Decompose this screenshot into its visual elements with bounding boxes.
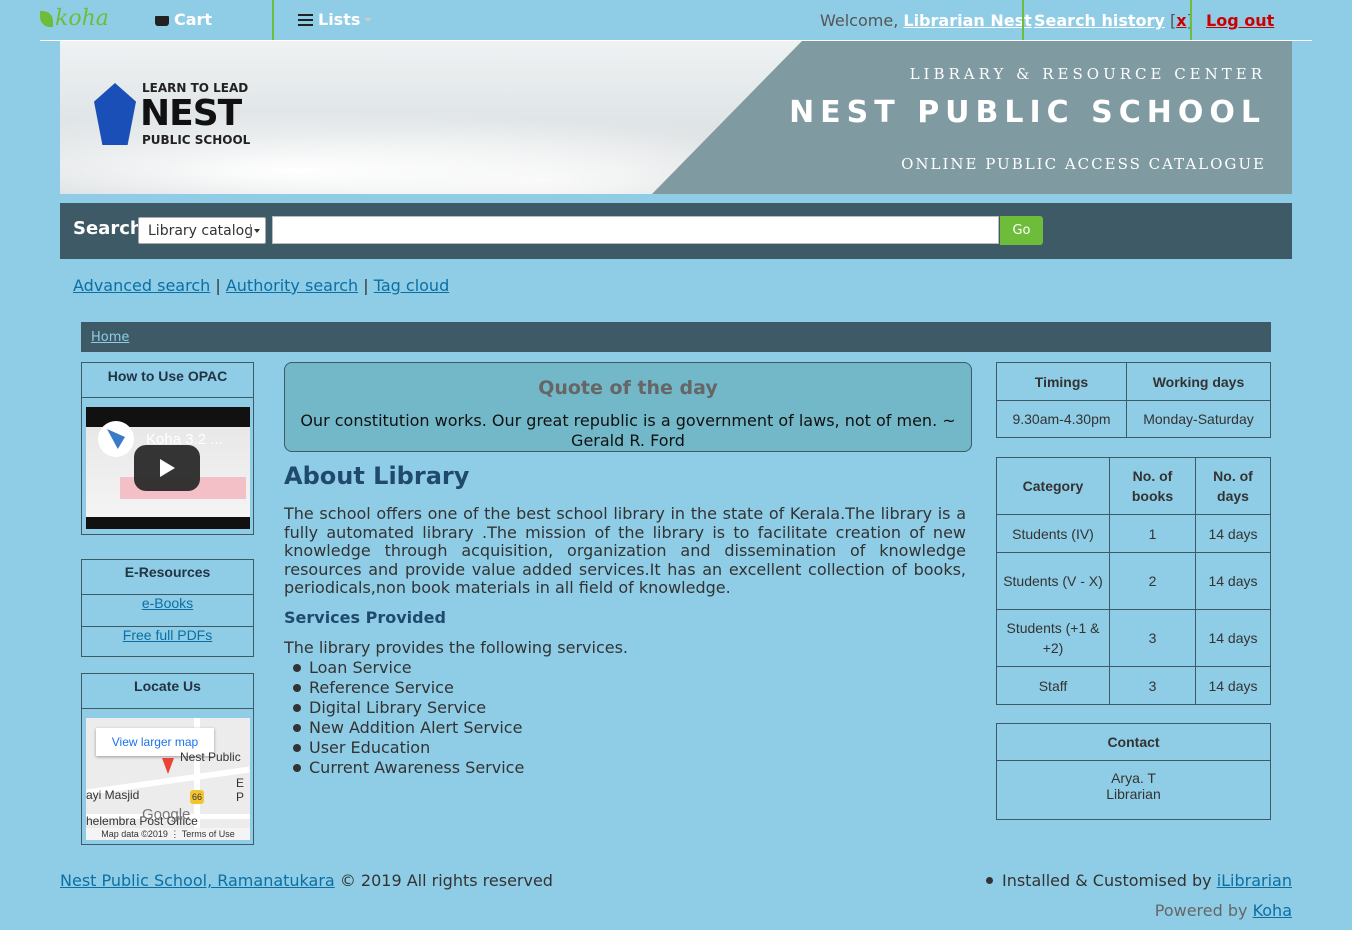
lists-menu-button[interactable]: Lists <box>298 0 373 40</box>
ilibrarian-link[interactable]: iLibrarian <box>1217 871 1292 890</box>
footer-right: Installed & Customised by iLibrarian <box>985 871 1292 890</box>
howto-opac-box: How to Use OPAC Koha 3.2 ... <box>81 362 254 535</box>
contact-table: Contact Arya. T Librarian <box>996 723 1271 820</box>
location-map[interactable]: View larger map Nest Public E P ayi Masj… <box>86 718 250 840</box>
banner-tagline: ONLINE PUBLIC ACCESS CATALOGUE <box>901 155 1266 173</box>
e-resources-box: E-Resources e-Books Free full PDFs <box>81 559 254 657</box>
table-header: No. of books <box>1109 457 1196 515</box>
table-header: Working days <box>1126 362 1271 401</box>
list-item: Digital Library Service <box>284 698 524 718</box>
tag-cloud-link[interactable]: Tag cloud <box>374 276 450 295</box>
powered-by: Powered by Koha <box>1154 901 1292 920</box>
nav-divider <box>1190 0 1192 40</box>
free-pdfs-link[interactable]: Free full PDFs <box>123 627 212 643</box>
koha-link[interactable]: Koha <box>1253 901 1292 920</box>
footer-left: Nest Public School, Ramanatukara © 2019 … <box>60 871 553 890</box>
search-input[interactable] <box>272 216 999 244</box>
locate-us-box: Locate Us View larger map Nest Public E … <box>81 673 254 845</box>
contact-role: Librarian <box>1106 786 1161 802</box>
google-logo: Google <box>142 806 191 823</box>
howto-opac-title: How to Use OPAC <box>82 363 253 398</box>
table-row: Students (+1 & +2) 3 14 days <box>996 609 1271 667</box>
about-paragraph: The school offers one of the best school… <box>284 504 966 598</box>
table-header: Timings <box>996 362 1127 401</box>
logout: Log out <box>1206 0 1274 42</box>
advanced-search-link[interactable]: Advanced search <box>73 276 210 295</box>
search-label: Search <box>73 218 143 239</box>
table-row: Staff 3 14 days <box>996 666 1271 705</box>
table-cell: 9.30am-4.30pm <box>996 400 1127 438</box>
services-list: Loan Service Reference Service Digital L… <box>284 658 524 778</box>
contact-title: Contact <box>996 723 1271 761</box>
go-button[interactable]: Go <box>1000 216 1043 245</box>
dropdown-arrow-icon <box>250 224 261 238</box>
chevron-down-icon <box>364 18 373 22</box>
list-item: New Addition Alert Service <box>284 718 524 738</box>
borrowing-table: Category No. of books No. of days Studen… <box>996 457 1271 705</box>
table-header: No. of days <box>1195 457 1271 515</box>
cart-button[interactable]: Cart <box>155 0 212 40</box>
welcome-text: Welcome, Librarian Nest <box>820 11 1032 30</box>
breadcrumb-home-link[interactable]: Home <box>91 330 129 345</box>
clear-search-history-button[interactable]: x <box>1176 11 1186 30</box>
search-scope-select[interactable]: Library catalog <box>138 217 266 244</box>
bullet-icon <box>985 877 993 884</box>
route-shield-icon: 66 <box>190 790 204 804</box>
e-books-link[interactable]: e-Books <box>142 595 193 611</box>
list-item: Loan Service <box>284 658 524 678</box>
timings-table: Timings Working days 9.30am-4.30pm Monda… <box>996 362 1271 438</box>
more-searches: Advanced search | Authority search | Tag… <box>73 276 450 295</box>
authority-search-link[interactable]: Authority search <box>226 276 358 295</box>
cart-icon <box>155 16 169 26</box>
koha-leaf-icon <box>40 11 53 27</box>
contact-name: Arya. T <box>1111 770 1156 786</box>
map-footer[interactable]: Map data ©2019 ⋮ Terms of Use <box>86 828 250 840</box>
map-pin-icon <box>162 758 174 774</box>
list-icon <box>298 14 313 26</box>
school-link[interactable]: Nest Public School, Ramanatukara <box>60 871 335 890</box>
table-header: Category <box>996 457 1110 515</box>
table-row: Students (V - X) 2 14 days <box>996 552 1271 610</box>
user-account-link[interactable]: Librarian Nest <box>903 11 1031 30</box>
locate-us-title: Locate Us <box>82 674 253 709</box>
list-item: Reference Service <box>284 678 524 698</box>
nav-divider <box>272 0 274 40</box>
about-heading: About Library <box>284 462 470 490</box>
nav-divider <box>1022 0 1024 40</box>
library-banner: LEARN TO LEAD NEST PUBLIC SCHOOL LIBRARY… <box>60 41 1292 194</box>
e-resources-title: E-Resources <box>82 560 253 595</box>
search-history-link[interactable]: Search history <box>1034 11 1165 30</box>
tutorial-video[interactable]: Koha 3.2 ... <box>86 407 250 529</box>
breadcrumb: Home <box>81 322 1271 352</box>
quote-title: Quote of the day <box>538 377 718 399</box>
services-heading: Services Provided <box>284 608 446 627</box>
search-bar: Search Library catalog Go <box>60 203 1292 259</box>
banner-title: NEST PUBLIC SCHOOL <box>789 95 1266 130</box>
search-history: Search history [x] <box>1034 11 1193 30</box>
banner-subtitle: LIBRARY & RESOURCE CENTER <box>909 65 1266 83</box>
logout-link[interactable]: Log out <box>1206 11 1274 30</box>
list-item: Current Awareness Service <box>284 758 524 778</box>
koha-logo[interactable]: koha <box>40 6 109 31</box>
play-icon[interactable] <box>134 445 200 491</box>
list-item: User Education <box>284 738 524 758</box>
quote-text: Our constitution works. Our great republ… <box>300 411 956 450</box>
quote-of-the-day: Quote of the day Our constitution works.… <box>284 362 972 452</box>
channel-avatar-icon <box>98 421 134 457</box>
services-intro: The library provides the following servi… <box>284 638 629 657</box>
table-row: Students (IV) 1 14 days <box>996 514 1271 553</box>
table-cell: Monday-Saturday <box>1126 400 1271 438</box>
